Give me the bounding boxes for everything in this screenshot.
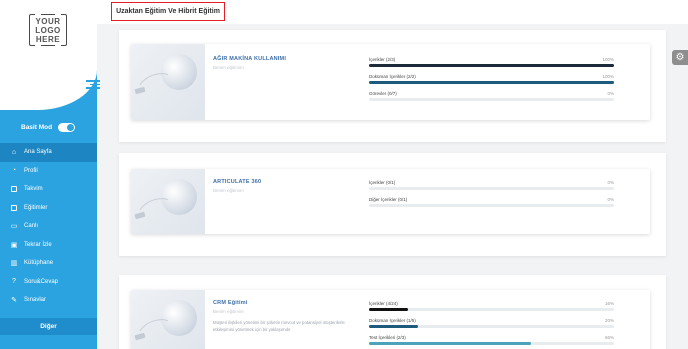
course-progress: İçerikler (4/24) 16% Doküman İçerikler (1… — [369, 301, 614, 345]
sidebar-item-replay[interactable]: ▣ Tekrar İzle — [0, 236, 97, 255]
library-icon: ▥ — [10, 260, 18, 268]
course-subtitle: Benim eğitimim — [213, 65, 244, 70]
simple-mode-toggle[interactable]: Basit Mod — [21, 123, 76, 132]
progress-fill — [369, 64, 614, 67]
course-thumbnail — [131, 290, 205, 349]
simple-mode-label: Basit Mod — [21, 124, 53, 131]
user-icon: ◔ — [11, 167, 17, 175]
course-thumbnail — [131, 169, 205, 234]
sidebar-item-profile[interactable]: ◔ Profil — [0, 162, 97, 181]
sidebar-item-library[interactable]: ▥ Kütüphane — [0, 254, 97, 273]
course-subtitle: Benim eğitimim — [213, 309, 244, 314]
settings-gear-icon[interactable]: ⚙ — [672, 50, 688, 65]
course-card[interactable]: CRM Eğitimi Benim eğitimim Müşteri ilişk… — [131, 290, 650, 349]
progress-track — [369, 187, 614, 190]
home-icon: ⌂ — [11, 148, 17, 156]
progress-track — [369, 64, 614, 67]
progress-item: Görevler (0/7) 0% — [369, 91, 614, 96]
sidebar-item-live[interactable]: ▭ Canlı — [0, 217, 97, 236]
progress-item: Test İçerikleri (2/3) 66% — [369, 335, 614, 340]
progress-track — [369, 342, 614, 345]
course-title[interactable]: AĞIR MAKİNA KULLANIMI — [213, 56, 286, 62]
course-title[interactable]: ARTICULATE 360 — [213, 179, 261, 185]
progress-track — [369, 204, 614, 207]
course-title[interactable]: CRM Eğitimi — [213, 300, 248, 306]
logo[interactable]: YOUR LOGO HERE — [29, 13, 67, 47]
book-icon — [10, 204, 18, 212]
sidebar: YOUR LOGO HERE Basit Mod ⌂ Ana Sayfa ◔ P… — [0, 0, 97, 349]
progress-item: İçerikler (0/1) 0% — [369, 180, 614, 185]
other-button[interactable]: Diğer — [0, 318, 97, 335]
video-icon: ▭ — [10, 223, 18, 231]
sidebar-item-calendar[interactable]: Takvim — [0, 180, 97, 199]
progress-fill — [369, 81, 614, 84]
progress-track — [369, 81, 614, 84]
course-description: Müşteri ilişkileri yönetimi bir şirketin… — [213, 320, 345, 332]
page-title: Uzaktan Eğitim Ve Hibrit Eğitim — [116, 8, 220, 15]
toggle-switch[interactable] — [58, 123, 76, 132]
course-thumbnail — [131, 44, 205, 120]
course-progress: İçerikler (2/3) 100% Doküman İçerikler (2… — [369, 57, 614, 101]
progress-track — [369, 308, 614, 311]
progress-item: İçerikler (4/24) 16% — [369, 301, 614, 306]
replay-icon: ▣ — [10, 241, 18, 249]
course-card[interactable]: ARTICULATE 360 Benim eğitimim İçerikler … — [131, 169, 650, 234]
sidebar-nav: ⌂ Ana Sayfa ◔ Profil Takvim Eğitimler ▭ … — [0, 143, 97, 310]
progress-item: Diğer İçerikler (0/1) 0% — [369, 197, 614, 202]
sidebar-item-trainings[interactable]: Eğitimler — [0, 199, 97, 218]
question-icon: ? — [12, 278, 16, 286]
progress-track — [369, 325, 614, 328]
progress-fill — [369, 325, 418, 328]
sidebar-item-qa[interactable]: ? Soru&Cevap — [0, 273, 97, 292]
page-title-box: Uzaktan Eğitim Ve Hibrit Eğitim — [111, 2, 225, 21]
menu-collapse-icon[interactable] — [86, 80, 100, 90]
progress-fill — [369, 308, 409, 311]
progress-item: Doküman İçerikler (2/2) 100% — [369, 74, 614, 79]
course-panel: ARTICULATE 360 Benim eğitimim İçerikler … — [119, 153, 666, 256]
progress-track — [369, 98, 614, 101]
course-subtitle: Benim eğitimim — [213, 188, 244, 193]
progress-item: Doküman İçerikler (1/5) 20% — [369, 318, 614, 323]
sidebar-item-home[interactable]: ⌂ Ana Sayfa — [0, 143, 97, 162]
course-card[interactable]: AĞIR MAKİNA KULLANIMI Benim eğitimim İçe… — [131, 44, 650, 120]
logo-area: YOUR LOGO HERE — [0, 0, 97, 70]
exam-icon: ✎ — [11, 297, 17, 305]
progress-item: İçerikler (2/3) 100% — [369, 57, 614, 62]
calendar-icon — [10, 185, 18, 193]
course-progress: İçerikler (0/1) 0% Diğer İçerikler (0/1) 0… — [369, 180, 614, 207]
sidebar-item-exams[interactable]: ✎ Sınavlar — [0, 291, 97, 310]
progress-fill — [369, 342, 531, 345]
course-panel: CRM Eğitimi Benim eğitimim Müşteri ilişk… — [119, 275, 666, 349]
course-panel: AĞIR MAKİNA KULLANIMI Benim eğitimim İçe… — [119, 30, 666, 142]
